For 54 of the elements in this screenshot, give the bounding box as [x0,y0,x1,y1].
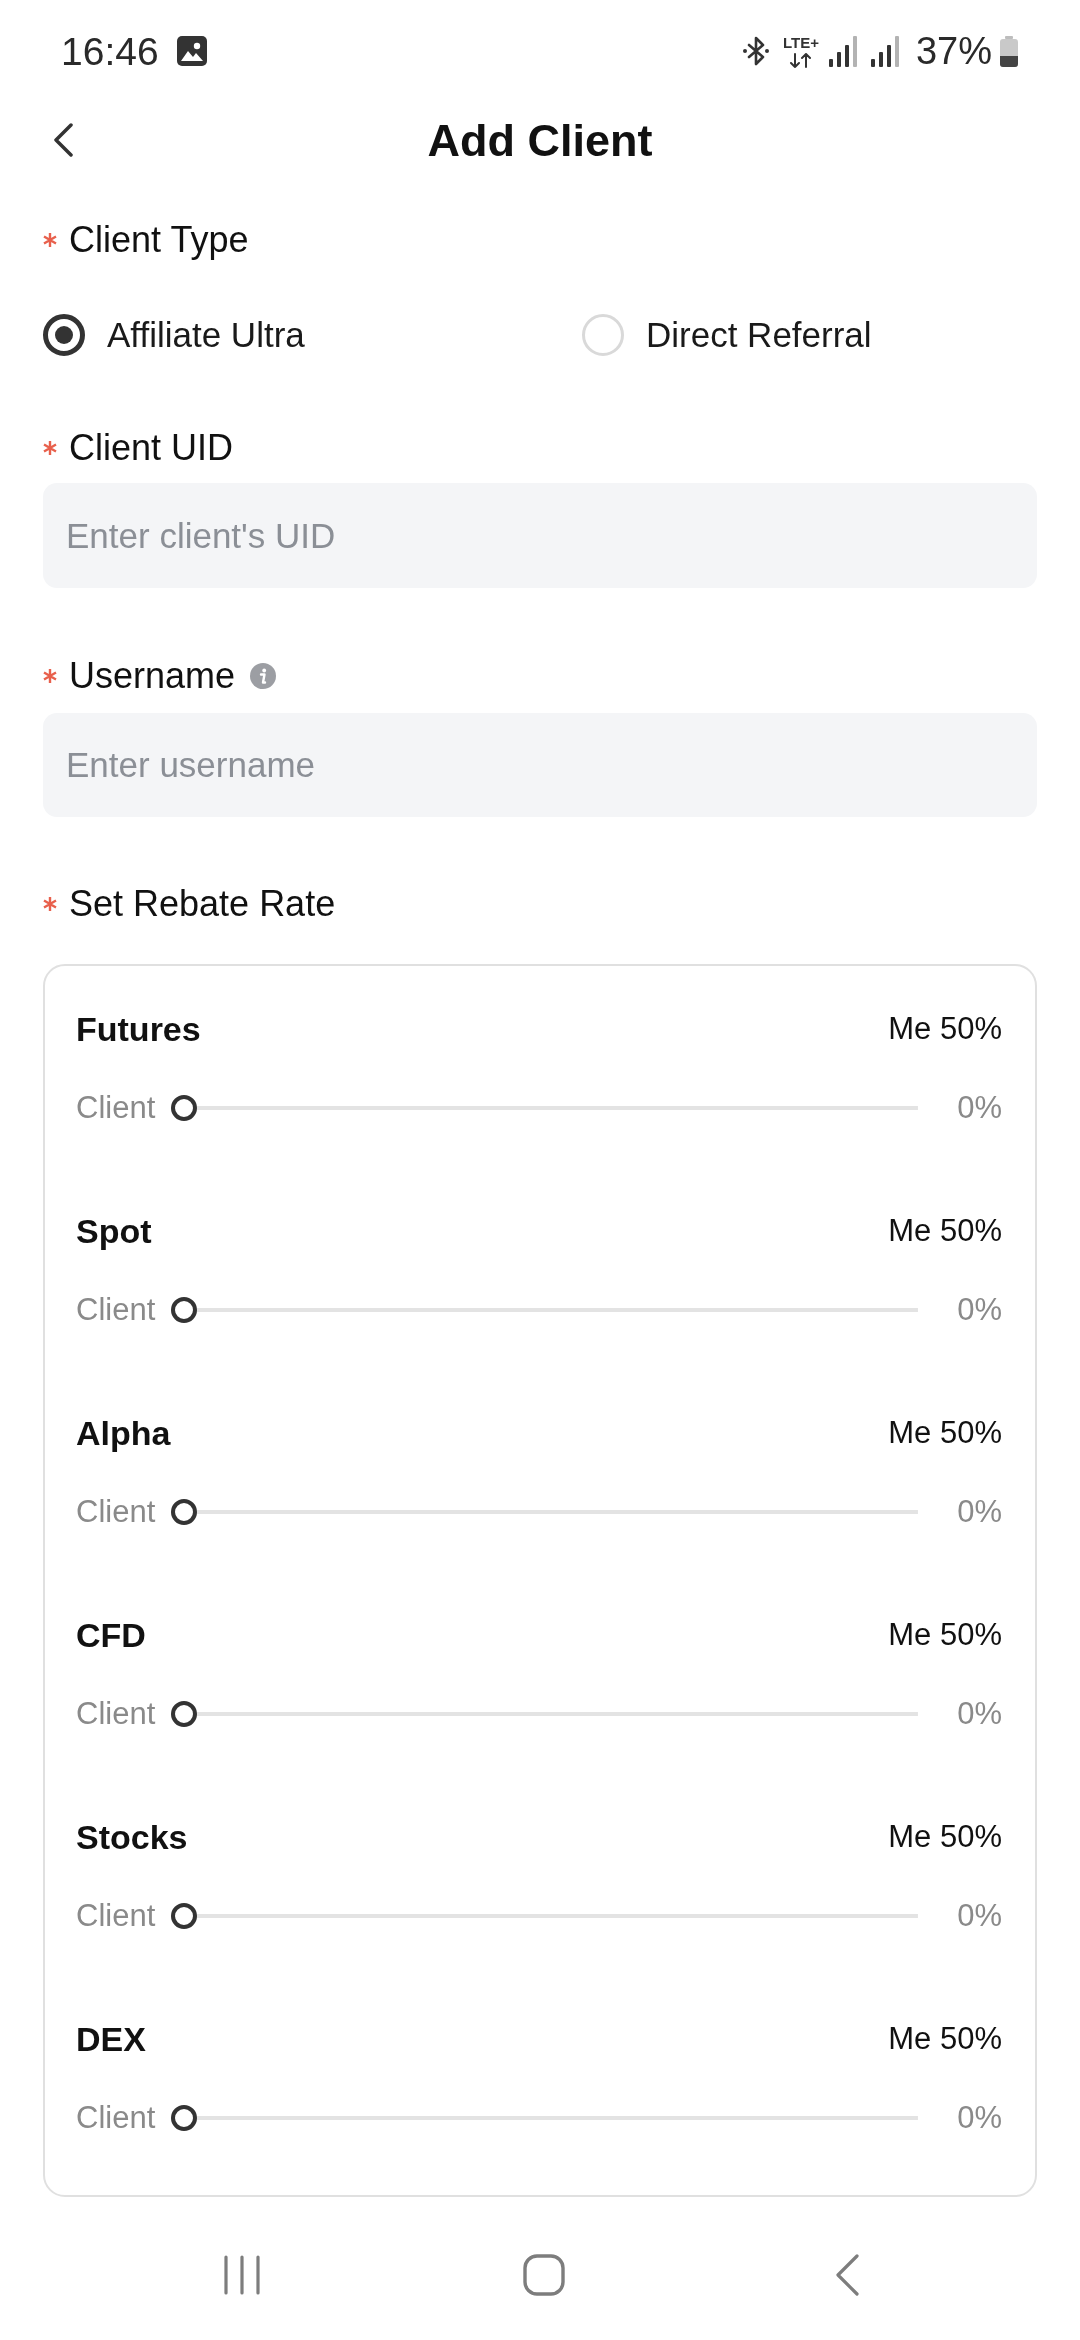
my-rate: Me 50% [888,1213,1002,1249]
slider-thumb[interactable] [171,1903,198,1929]
status-time: 16:46 [61,31,159,71]
input-field[interactable]: Enter username [43,713,1037,817]
page-title: Add Client [427,117,653,163]
slider-thumb[interactable] [171,1297,198,1323]
slider-label: Client [76,1090,156,1126]
nav-back-icon[interactable] [834,2254,859,2296]
info-icon[interactable] [250,663,277,689]
field-label: Client Type [69,219,249,261]
slider-label: Client [76,1292,156,1328]
my-rate: Me 50% [888,2021,1002,2057]
battery-percent: 37% [915,32,992,70]
data-arrows-icon [788,52,813,68]
slider-thumb[interactable] [171,1701,198,1727]
product-name: DEX [76,2019,146,2059]
network-type: LTE+ [782,34,819,50]
my-rate: Me 50% [888,1617,1002,1653]
slider-label: Client [76,2100,156,2136]
slider-value: 0% [957,2100,1002,2136]
my-rate: Me 50% [888,1011,1002,1047]
product-name: Alpha [76,1413,171,1453]
my-rate: Me 50% [888,1819,1002,1855]
radio-button[interactable] [43,314,85,356]
option-label[interactable]: Affiliate Ultra [107,315,305,355]
product-name: Futures [76,1009,201,1049]
slider-thumb[interactable] [171,1499,198,1525]
field-label: Username [69,655,236,697]
recent-apps-icon[interactable] [224,2255,261,2295]
image-icon [176,36,207,66]
back-icon[interactable] [52,123,74,157]
signal-icon [827,35,858,67]
slider-label: Client [76,1494,156,1530]
product-name: Spot [76,1211,152,1251]
field-label: Client UID [69,427,234,469]
slider-label: Client [76,1696,156,1732]
slider-thumb[interactable] [171,2105,198,2131]
my-rate: Me 50% [888,1415,1002,1451]
product-name: CFD [76,1615,146,1655]
input-field[interactable]: Enter client's UID [43,483,1037,588]
bluetooth-icon [741,36,770,66]
home-icon[interactable] [523,2254,566,2296]
slider-value: 0% [957,1696,1002,1732]
option-label[interactable]: Direct Referral [646,315,872,355]
product-name: Stocks [76,1817,188,1857]
battery-icon [999,35,1019,67]
signal-icon [869,35,900,67]
slider-label: Client [76,1898,156,1934]
field-label: Set Rebate Rate [69,883,336,925]
slider-value: 0% [957,1494,1002,1530]
slider-value: 0% [957,1898,1002,1934]
slider-value: 0% [957,1090,1002,1126]
slider-thumb[interactable] [171,1095,198,1121]
slider-value: 0% [957,1292,1002,1328]
